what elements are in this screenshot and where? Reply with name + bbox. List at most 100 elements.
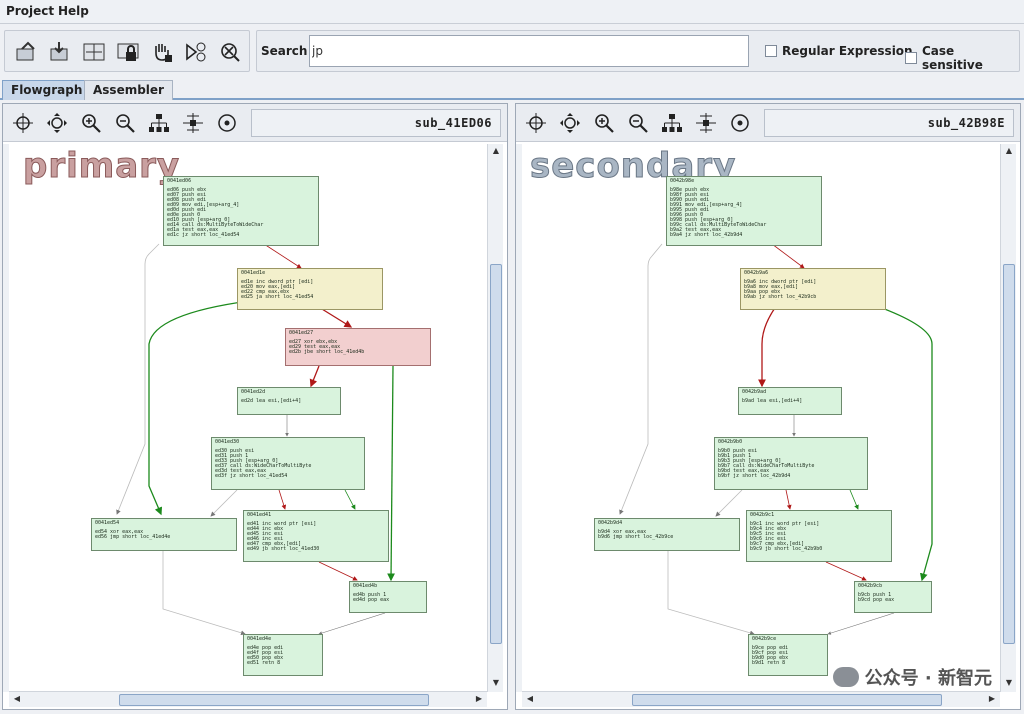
secondary-fit-button[interactable]	[556, 109, 584, 137]
block-address: 0041ed27	[289, 330, 314, 336]
asm-line: b9ad lea esi,[edi+4]	[742, 398, 803, 404]
primary-horizontal-scrollbar[interactable]: ◀ ▶	[9, 691, 487, 707]
primary-graph-toolbar: sub_41ED06	[3, 104, 507, 142]
asm-line: b9d6 jmp short loc_42b9ce	[598, 534, 674, 540]
primary-block-0041ed54[interactable]: 0041ed54 ed54 xor eax,eax ed56 jmp short…	[91, 518, 237, 551]
primary-fit-button[interactable]	[43, 109, 71, 137]
primary-block-0041ed06[interactable]: 0041ed06 ed06 push ebx ed07 push esi ed0…	[163, 176, 319, 246]
asm-line: ed56 jmp short loc_41ed4e	[95, 534, 171, 540]
secondary-block-0042b9ce[interactable]: 0042b9ce b9ce pop edi b9cf pop esi b9d0 …	[748, 634, 828, 676]
scroll-thumb[interactable]	[632, 694, 942, 706]
primary-block-0041ed27[interactable]: 0041ed27 ed27 xor ebx,ebx ed29 test eax,…	[285, 328, 431, 366]
secondary-orthogonal-layout-button[interactable]	[692, 109, 720, 137]
scroll-thumb[interactable]	[119, 694, 429, 706]
secondary-graph-toolbar: sub_42B98E	[516, 104, 1020, 142]
tab-flowgraph[interactable]: Flowgraph	[2, 80, 92, 100]
case-checkbox[interactable]: Case sensitive	[905, 44, 1019, 72]
asm-line: ed49 jb short loc_41ed30	[247, 546, 320, 552]
case-label: Case sensitive	[921, 44, 983, 72]
regex-checkbox-box[interactable]	[765, 45, 777, 57]
secondary-center-button[interactable]	[522, 109, 550, 137]
scroll-up-icon[interactable]: ▲	[1003, 146, 1015, 158]
block-address: 0042b9b0	[718, 439, 743, 445]
scroll-thumb[interactable]	[490, 264, 502, 644]
crosshair-icon	[526, 113, 546, 133]
primary-hierarchic-layout-button[interactable]	[145, 109, 173, 137]
primary-block-0041ed4b[interactable]: 0041ed4b ed4b push 1 ed4d pop eax	[349, 581, 427, 613]
secondary-graph-canvas[interactable]: secondary 0042b98e b98e push ebx b98f pu…	[522, 144, 1000, 692]
primary-block-0041ed30[interactable]: 0041ed30 ed30 push esi ed31 push 1 ed33 …	[211, 437, 365, 490]
view-tabs: Flowgraph Assembler	[0, 78, 1024, 100]
lock-button[interactable]	[113, 37, 143, 67]
diff-button[interactable]	[79, 37, 109, 67]
asm-line: b9ab jz short loc_42b9cb	[744, 294, 817, 300]
regex-checkbox[interactable]: Regular Expression	[765, 44, 913, 58]
menu-project[interactable]: Project	[6, 4, 54, 18]
block-address: 0042b9a6	[744, 270, 769, 276]
fit-icon	[47, 113, 67, 133]
scroll-right-icon[interactable]: ▶	[473, 694, 485, 706]
scroll-up-icon[interactable]: ▲	[490, 146, 502, 158]
secondary-block-0042b9a6[interactable]: 0042b9a6 b9a6 inc dword ptr [edi] b9a8 m…	[740, 268, 886, 310]
primary-block-0041ed4e[interactable]: 0041ed4e ed4e pop edi ed4f pop esi ed50 …	[243, 634, 323, 676]
secondary-block-0042b98e[interactable]: 0042b98e b98e push ebx b98f push esi b99…	[666, 176, 822, 246]
block-address: 0042b98e	[670, 178, 695, 184]
zoom-button[interactable]	[181, 37, 211, 67]
asm-line: b9c9 jb short loc_42b9b0	[750, 546, 823, 552]
close-button[interactable]	[215, 37, 245, 67]
regex-label: Regular Expression	[782, 44, 913, 58]
secondary-block-0042b9c1[interactable]: 0042b9c1 b9c1 inc word ptr [esi] b9c4 in…	[746, 510, 892, 562]
scroll-left-icon[interactable]: ◀	[524, 694, 536, 706]
asm-line: ed51 retn 8	[247, 660, 281, 666]
secondary-panel: sub_42B98E secondary 0042b98e b98e push	[515, 103, 1021, 710]
primary-circular-layout-button[interactable]	[213, 109, 241, 137]
asm-line: ed25 ja short loc_41ed54	[241, 294, 314, 300]
zoom-icon	[186, 42, 206, 62]
primary-center-button[interactable]	[9, 109, 37, 137]
secondary-block-0042b9ad[interactable]: 0042b9ad b9ad lea esi,[edi+4]	[738, 387, 842, 415]
case-checkbox-box[interactable]	[905, 52, 917, 64]
block-address: 0041ed06	[167, 178, 192, 184]
search-input[interactable]	[309, 35, 749, 67]
wechat-logo-icon	[832, 667, 859, 687]
scroll-right-icon[interactable]: ▶	[986, 694, 998, 706]
secondary-block-0042b9d4[interactable]: 0042b9d4 b9d4 xor eax,eax b9d6 jmp short…	[594, 518, 740, 551]
secondary-hierarchic-layout-button[interactable]	[658, 109, 686, 137]
secondary-block-0042b9b0[interactable]: 0042b9b0 b9b0 push esi b9b1 push 1 b9b3 …	[714, 437, 868, 490]
block-address: 0041ed1e	[241, 270, 266, 276]
primary-block-0041ed41[interactable]: 0041ed41 ed41 inc word ptr [esi] ed44 in…	[243, 510, 389, 562]
primary-graph-canvas[interactable]: primary 0041ed06 ed06 push ebx ed07 push…	[9, 144, 487, 692]
secondary-block-0042b9cb[interactable]: 0042b9cb b9cb push 1 b9cd pop eax	[854, 581, 932, 613]
secondary-horizontal-scrollbar[interactable]: ◀ ▶	[522, 691, 1000, 707]
block-address: 0041ed2d	[241, 389, 266, 395]
zoom-in-icon	[595, 114, 614, 133]
menu-help[interactable]: Help	[58, 4, 89, 18]
primary-block-0041ed2d[interactable]: 0041ed2d ed2d lea esi,[edi+4]	[237, 387, 341, 415]
block-address: 0041ed4e	[247, 636, 272, 642]
zoom-out-icon	[629, 114, 648, 133]
primary-block-0041ed1e[interactable]: 0041ed1e ed1e inc dword ptr [edi] ed20 m…	[237, 268, 383, 310]
secondary-zoom-in-button[interactable]	[590, 109, 618, 137]
block-address: 0041ed54	[95, 520, 120, 526]
hand-button[interactable]	[147, 37, 177, 67]
open-button[interactable]	[11, 37, 41, 67]
menu-bar: Project Help	[0, 0, 1024, 24]
secondary-circular-layout-button[interactable]	[726, 109, 754, 137]
primary-vertical-scrollbar[interactable]: ▲ ▼	[487, 144, 503, 692]
secondary-vertical-scrollbar[interactable]: ▲ ▼	[1000, 144, 1016, 692]
watermark-credit: 公众号 · 新智元	[832, 664, 992, 690]
primary-zoom-in-button[interactable]	[77, 109, 105, 137]
scroll-down-icon[interactable]: ▼	[490, 678, 502, 690]
primary-zoom-out-button[interactable]	[111, 109, 139, 137]
secondary-zoom-out-button[interactable]	[624, 109, 652, 137]
save-button[interactable]	[45, 37, 75, 67]
scroll-thumb[interactable]	[1003, 264, 1015, 644]
block-address: 0042b9d4	[598, 520, 623, 526]
scroll-down-icon[interactable]: ▼	[1003, 678, 1015, 690]
asm-line: b9a4 jz short loc_42b9d4	[670, 232, 743, 238]
tab-assembler[interactable]: Assembler	[84, 80, 173, 100]
primary-orthogonal-layout-button[interactable]	[179, 109, 207, 137]
scroll-left-icon[interactable]: ◀	[11, 694, 23, 706]
primary-panel: sub_41ED06 primary 0041ed06 ed06 push eb…	[2, 103, 508, 710]
main-toolbar	[4, 30, 250, 72]
